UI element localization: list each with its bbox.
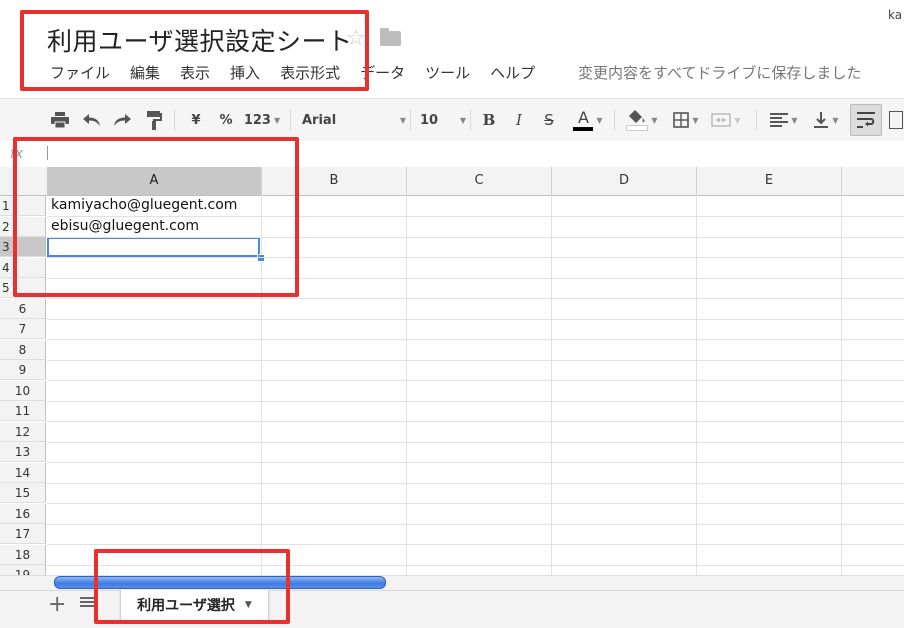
- wrap-text-icon: [857, 112, 875, 128]
- horizontal-align-dropdown[interactable]: ▼: [764, 99, 804, 141]
- column-header-c[interactable]: C: [407, 167, 552, 195]
- number-format-dropdown[interactable]: 123 ▼: [242, 99, 282, 141]
- row-gridline: [47, 483, 904, 484]
- row-gridline: [47, 401, 904, 402]
- chevron-down-icon: ▼: [832, 115, 839, 125]
- save-status[interactable]: 変更内容をすべてドライブに保存しました: [578, 62, 861, 83]
- row-gridline: [47, 380, 904, 381]
- paint-bucket-icon: [626, 109, 649, 131]
- merge-cells-icon: [711, 113, 732, 127]
- font-size-label: 10: [420, 112, 439, 128]
- annotation-box-sheet-tab: [94, 549, 290, 624]
- annotation-box-cells: [13, 137, 299, 297]
- row-header-9[interactable]: 9: [0, 360, 46, 380]
- sheet-list-icon[interactable]: [80, 597, 94, 611]
- undo-icon[interactable]: [80, 99, 104, 141]
- font-family-label: Arial: [302, 112, 337, 128]
- strikethrough-button[interactable]: S: [538, 99, 560, 141]
- number-format-label: 123: [243, 112, 271, 128]
- chevron-down-icon: ▼: [651, 115, 658, 125]
- menu-tools[interactable]: ツール: [425, 62, 470, 84]
- row-gridline: [47, 421, 904, 422]
- chevron-down-icon: ▼: [399, 115, 406, 125]
- wrap-text-button[interactable]: [850, 104, 882, 136]
- row-header-6[interactable]: 6: [0, 299, 46, 319]
- chevron-down-icon: ▼: [692, 115, 699, 125]
- row-gridline: [47, 319, 904, 320]
- add-sheet-button[interactable]: +: [48, 592, 66, 617]
- row-header-17[interactable]: 17: [0, 524, 46, 544]
- borders-icon: [673, 112, 690, 128]
- row-header-14[interactable]: 14: [0, 463, 46, 483]
- row-header-16[interactable]: 16: [0, 504, 46, 524]
- fill-color-dropdown[interactable]: ▼: [622, 99, 662, 141]
- borders-dropdown[interactable]: ▼: [666, 99, 706, 141]
- row-gridline: [47, 462, 904, 463]
- merge-cells-dropdown[interactable]: ▼: [706, 99, 746, 141]
- row-header-7[interactable]: 7: [0, 319, 46, 339]
- align-bottom-icon: [814, 112, 829, 128]
- chevron-down-icon: ▼: [596, 115, 603, 125]
- font-family-dropdown[interactable]: Arial ▼: [300, 99, 406, 141]
- row-gridline: [47, 503, 904, 504]
- percent-button[interactable]: %: [214, 99, 238, 141]
- row-header-10[interactable]: 10: [0, 381, 46, 401]
- paint-format-icon[interactable]: [142, 99, 166, 141]
- print-icon[interactable]: [48, 99, 72, 141]
- text-color-dropdown[interactable]: A ▼: [566, 99, 610, 141]
- row-header-18[interactable]: 18: [0, 545, 46, 565]
- annotation-box-title: [20, 10, 369, 91]
- row-header-11[interactable]: 11: [0, 401, 46, 421]
- row-header-8[interactable]: 8: [0, 340, 46, 360]
- row-gridline: [47, 524, 904, 525]
- vertical-align-dropdown[interactable]: ▼: [806, 99, 846, 141]
- column-header-d[interactable]: D: [552, 167, 697, 195]
- bold-button[interactable]: B: [478, 99, 500, 141]
- user-account[interactable]: ka: [888, 8, 902, 22]
- text-color-icon: A: [577, 107, 589, 127]
- align-left-icon: [770, 113, 789, 127]
- row-header-13[interactable]: 13: [0, 442, 46, 462]
- filter-icon[interactable]: [888, 99, 904, 141]
- row-gridline: [47, 544, 904, 545]
- toolbar: ¥ % 123▼ Arial▼ 10▼ B I S A ▼ ▼ ▼ ▼ ▼: [0, 98, 904, 142]
- menu-help[interactable]: ヘルプ: [490, 62, 535, 84]
- row-gridline: [47, 298, 904, 299]
- chevron-down-icon: ▼: [273, 115, 281, 125]
- chevron-down-icon: ▼: [791, 115, 798, 125]
- chevron-down-icon: ▼: [734, 115, 741, 125]
- row-header-12[interactable]: 12: [0, 422, 46, 442]
- currency-button[interactable]: ¥: [184, 99, 208, 141]
- row-gridline: [47, 360, 904, 361]
- folder-icon[interactable]: [380, 28, 401, 46]
- redo-icon[interactable]: [110, 99, 134, 141]
- font-size-dropdown[interactable]: 10 ▼: [418, 99, 466, 141]
- chevron-down-icon: ▼: [459, 115, 466, 125]
- column-header-e[interactable]: E: [697, 167, 842, 195]
- column-header-f[interactable]: [842, 167, 904, 195]
- row-header-15[interactable]: 15: [0, 483, 46, 503]
- row-gridline: [47, 442, 904, 443]
- italic-button[interactable]: I: [508, 99, 530, 141]
- row-gridline: [47, 339, 904, 340]
